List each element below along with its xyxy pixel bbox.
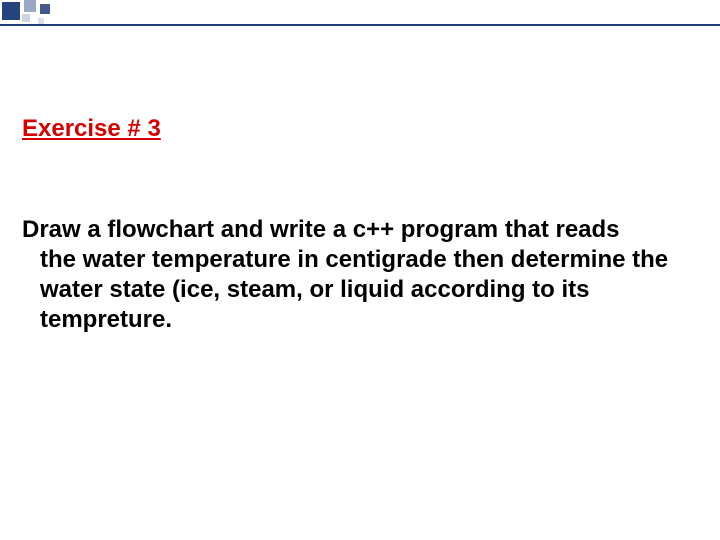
square-icon — [22, 14, 30, 22]
body-remaining: the water temperature in centigrade then… — [22, 245, 700, 335]
square-icon — [24, 0, 36, 12]
square-icon — [40, 4, 50, 14]
slide-content: Exercise # 3 Draw a flowchart and write … — [22, 115, 700, 335]
body-first-line: Draw a flowchart and write a c++ program… — [22, 216, 620, 243]
square-icon — [2, 2, 20, 20]
horizontal-rule — [0, 24, 720, 26]
exercise-title: Exercise # 3 — [22, 115, 700, 143]
exercise-body: Draw a flowchart and write a c++ program… — [22, 215, 700, 335]
